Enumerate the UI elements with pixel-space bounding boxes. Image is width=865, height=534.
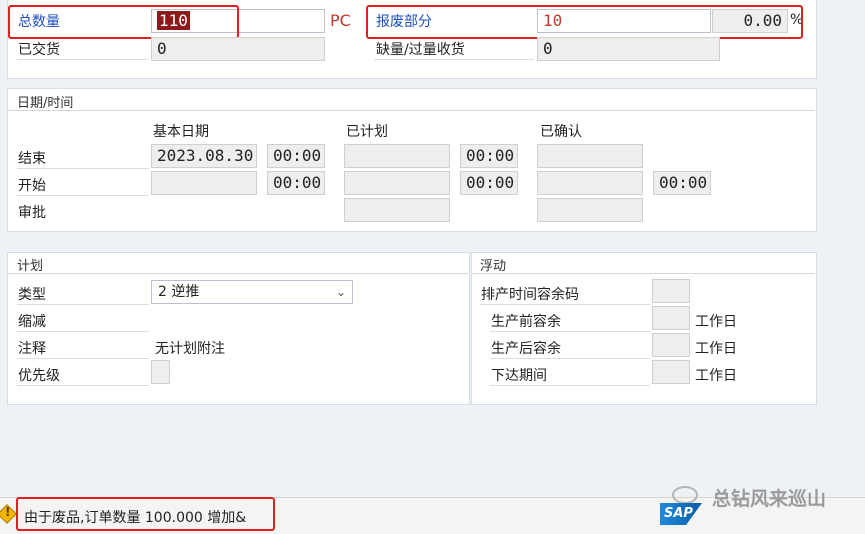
dates-title: 日期/时间	[17, 96, 74, 111]
start-confirmed-date-field	[537, 171, 643, 195]
delivered-field: 0	[151, 37, 325, 61]
reduction-label: 缩减	[18, 314, 46, 330]
sched-margin-field[interactable]	[652, 279, 690, 303]
planning-title: 计划	[17, 259, 44, 274]
highlight-total-qty	[8, 5, 239, 39]
float-after-field	[652, 333, 690, 357]
unit-label: PC	[330, 11, 351, 30]
float-before-unit: 工作日	[695, 314, 737, 330]
end-basic-date-field[interactable]: 2023.08.30	[151, 144, 257, 168]
row-release-label: 审批	[18, 205, 46, 221]
end-sched-date-field	[344, 144, 450, 168]
highlight-scrap	[366, 5, 803, 39]
start-basic-time-field[interactable]: 00:00	[267, 171, 325, 195]
priority-label: 优先级	[18, 368, 60, 384]
start-basic-date-field[interactable]	[151, 171, 257, 195]
end-confirmed-date-field	[537, 144, 643, 168]
start-confirmed-time-field: 00:00	[653, 171, 711, 195]
note-value: 无计划附注	[155, 341, 225, 357]
chevron-down-icon: ⌄	[335, 285, 346, 299]
watermark-text: 总钻风来巡山	[712, 488, 827, 510]
float-title: 浮动	[480, 259, 507, 274]
col-confirmed: 已确认	[540, 124, 582, 140]
wechat-icon	[672, 486, 698, 504]
row-start-label: 开始	[18, 178, 46, 194]
release-confirmed-date-field	[537, 198, 643, 222]
planning-panel	[7, 252, 470, 405]
col-basic-date: 基本日期	[153, 124, 209, 140]
release-period-field	[652, 360, 690, 384]
float-after-label: 生产后容余	[491, 341, 561, 357]
start-sched-time-field: 00:00	[460, 171, 518, 195]
float-before-label: 生产前容余	[491, 314, 561, 330]
priority-field[interactable]	[151, 360, 170, 384]
start-sched-date-field	[344, 171, 450, 195]
row-end-label: 结束	[18, 151, 46, 167]
note-label: 注释	[18, 341, 46, 357]
col-scheduled: 已计划	[346, 124, 388, 140]
highlight-status	[16, 497, 275, 531]
sched-margin-label: 排产时间容余码	[481, 287, 579, 303]
type-label: 类型	[18, 287, 46, 303]
end-basic-time-field[interactable]: 00:00	[267, 144, 325, 168]
float-after-unit: 工作日	[695, 341, 737, 357]
warning-icon-mark: !	[5, 505, 11, 519]
float-before-field	[652, 306, 690, 330]
type-select[interactable]: 2 逆推 ⌄	[151, 280, 353, 304]
release-sched-date-field	[344, 198, 450, 222]
shortage-field: 0	[537, 37, 720, 61]
release-period-label: 下达期间	[491, 368, 547, 384]
delivered-label: 已交货	[18, 42, 60, 58]
end-sched-time-field: 00:00	[460, 144, 518, 168]
shortage-label: 缺量/过量收货	[376, 42, 465, 58]
type-select-value: 2 逆推	[158, 284, 200, 300]
release-period-unit: 工作日	[695, 368, 737, 384]
